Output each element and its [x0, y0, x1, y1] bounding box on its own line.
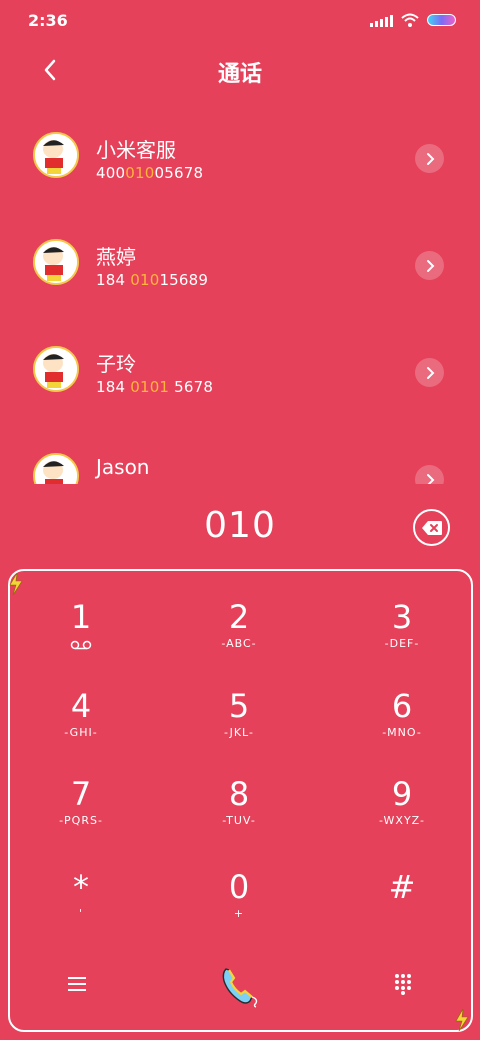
contact-number: 40001005678 [96, 164, 204, 182]
key-letters: -PQRS- [59, 814, 103, 827]
key-digit: 1 [70, 598, 92, 636]
key-letters: -ABC- [221, 637, 257, 650]
avatar [33, 239, 79, 285]
key-letters: + [233, 907, 245, 920]
phone-icon [222, 968, 258, 1008]
avatar [33, 346, 79, 392]
avatar [33, 132, 79, 178]
chevron-right-icon [426, 473, 434, 484]
lightning-icon [455, 1009, 469, 1031]
status-bar: 2:36 [0, 0, 480, 40]
key-letters: -JKL- [224, 726, 254, 739]
voicemail-icon [70, 640, 92, 650]
key-letters: -DEF- [384, 637, 420, 650]
key-7[interactable]: 7 -PQRS- [6, 776, 156, 856]
chevron-right-icon [426, 259, 434, 272]
menu-icon [68, 977, 86, 991]
key-hash[interactable]: # [327, 869, 477, 949]
wifi-icon [401, 13, 419, 27]
key-digit: # [388, 868, 416, 906]
contact-name: 小米客服 [96, 138, 176, 162]
keypad-icon [395, 974, 411, 995]
contact-row[interactable]: 燕婷 184 01015689 [0, 211, 480, 318]
contact-name: Jason [96, 455, 150, 479]
keypad-toggle-button[interactable] [388, 969, 418, 999]
key-digit: 3 [391, 598, 413, 636]
battery-icon [427, 14, 456, 26]
contact-detail-button[interactable] [415, 358, 444, 387]
key-digit: * [73, 868, 89, 906]
contact-detail-button[interactable] [415, 144, 444, 173]
key-5[interactable]: 5 -JKL- [164, 688, 314, 768]
key-digit: 8 [228, 775, 250, 813]
backspace-icon [421, 520, 442, 535]
contact-name: 子玲 [96, 352, 136, 376]
contact-row[interactable]: 子玲 184 0101 5678 [0, 318, 480, 425]
nav-bar: 通话 [0, 40, 480, 100]
key-9[interactable]: 9 -WXYZ- [327, 776, 477, 856]
page-title: 通话 [217, 62, 262, 87]
key-1[interactable]: 1 [6, 599, 156, 679]
contact-detail-button[interactable] [415, 465, 444, 484]
key-digit: 0 [228, 868, 250, 906]
status-icons [370, 13, 456, 27]
contact-list: 小米客服 40001005678 燕婷 184 01015689 子玲 184 … [0, 104, 480, 484]
key-4[interactable]: 4 -GHI- [6, 688, 156, 768]
key-6[interactable]: 6 -MNO- [327, 688, 477, 768]
key-letters: -WXYZ- [379, 814, 425, 827]
call-button[interactable] [214, 961, 264, 1011]
avatar [33, 453, 79, 484]
contact-number: 184 0101 5678 [96, 378, 214, 396]
dialed-number: 010 [204, 505, 276, 546]
key-letters: -TUV- [222, 814, 256, 827]
key-star[interactable]: * ' [6, 869, 156, 949]
key-letters: ' [78, 907, 84, 920]
key-digit: 7 [70, 775, 92, 813]
key-letters: -MNO- [382, 726, 422, 739]
chevron-right-icon [426, 366, 434, 379]
key-3[interactable]: 3 -DEF- [327, 599, 477, 679]
key-digit: 9 [391, 775, 413, 813]
status-time: 2:36 [28, 11, 68, 30]
key-letters: -GHI- [64, 726, 98, 739]
key-digit: 4 [70, 687, 92, 725]
contact-number: 184 01015689 [96, 271, 209, 289]
contact-row[interactable]: Jason [0, 425, 480, 484]
contact-name: 燕婷 [96, 245, 136, 269]
signal-icon [370, 13, 393, 27]
dial-pad: 1 2 -ABC- 3 -DEF- 4 -GHI- 5 -JKL- 6 -MNO… [8, 569, 473, 1032]
key-0[interactable]: 0 + [164, 869, 314, 949]
contact-detail-button[interactable] [415, 251, 444, 280]
key-digit: 2 [228, 598, 250, 636]
delete-button[interactable] [413, 509, 450, 546]
key-8[interactable]: 8 -TUV- [164, 776, 314, 856]
key-digit: 6 [391, 687, 413, 725]
contact-row[interactable]: 小米客服 40001005678 [0, 104, 480, 211]
key-2[interactable]: 2 -ABC- [164, 599, 314, 679]
chevron-right-icon [426, 152, 434, 165]
key-digit: 5 [228, 687, 250, 725]
menu-button[interactable] [62, 969, 92, 999]
lightning-icon [9, 573, 23, 595]
